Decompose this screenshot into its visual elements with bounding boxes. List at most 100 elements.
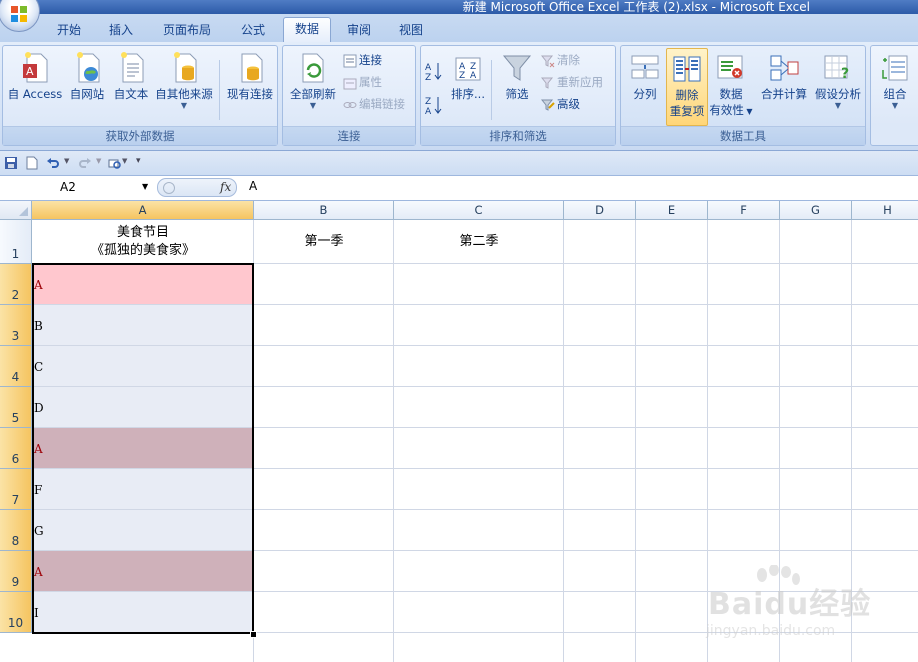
row-number: 9 <box>11 575 20 589</box>
redo-dropdown-icon[interactable]: ▼ <box>96 157 101 165</box>
row-header-8[interactable]: 8 <box>0 510 32 551</box>
customize-toolbar-icon[interactable]: ▾ <box>136 156 141 166</box>
tab-formulas[interactable]: 公式 <box>230 20 276 42</box>
data-validation-button[interactable]: 数据 有效性 ▼ <box>709 48 753 120</box>
column-header-f[interactable]: F <box>708 201 780 220</box>
group-label-connections: 连接 <box>283 126 415 145</box>
group-outline: 组合 ▼ <box>870 45 918 146</box>
undo-dropdown-icon[interactable]: ▼ <box>64 157 69 165</box>
row-header-7[interactable]: 7 <box>0 469 32 510</box>
tab-review[interactable]: 审阅 <box>336 20 382 42</box>
sort-button[interactable]: AZ ZA 排序... <box>449 48 487 102</box>
clear-filter-icon <box>540 55 555 67</box>
sort-ascending-button[interactable]: AZ <box>425 60 445 83</box>
new-document-icon[interactable] <box>25 156 39 170</box>
row-header-5[interactable]: 5 <box>0 387 32 428</box>
row-number: 1 <box>11 247 20 261</box>
cell-c1[interactable]: 第二季 <box>394 233 564 251</box>
column-header-a[interactable]: A <box>32 201 254 220</box>
properties-button[interactable]: 属性 <box>343 72 382 92</box>
sort-a-z-icon: AZ <box>425 62 442 83</box>
existing-connections-button[interactable]: 现有连接 <box>223 48 277 102</box>
connections-button[interactable]: 连接 <box>343 50 382 70</box>
formula-bar: A2 ▼ fx A <box>0 176 918 201</box>
row-header-9[interactable]: 9 <box>0 551 32 592</box>
name-box-dropdown-icon[interactable]: ▼ <box>142 182 148 191</box>
row-number: 6 <box>11 452 20 466</box>
web-globe-icon <box>77 52 100 83</box>
group-label-external: 获取外部数据 <box>3 126 277 145</box>
window-title: 新建 Microsoft Office Excel 工作表 (2).xlsx -… <box>462 0 810 14</box>
tab-home[interactable]: 开始 <box>46 20 92 42</box>
advanced-filter-icon <box>540 99 555 111</box>
select-all-button[interactable] <box>0 201 32 220</box>
tab-page-layout[interactable]: 页面布局 <box>152 20 222 42</box>
save-icon[interactable] <box>4 156 18 170</box>
gridline-vertical <box>393 220 394 662</box>
edit-links-button[interactable]: 编辑链接 <box>343 94 405 114</box>
redo-icon[interactable] <box>78 156 92 170</box>
from-text-button[interactable]: 自文本 <box>109 48 153 102</box>
cell-a1[interactable]: 美食节目《孤独的美食家》 <box>32 224 254 260</box>
insert-function-button[interactable]: fx <box>220 180 231 194</box>
column-header-e[interactable]: E <box>636 201 708 220</box>
refresh-icon <box>302 53 324 83</box>
chevron-down-icon: ▼ <box>309 101 317 110</box>
row-number: 4 <box>11 370 20 384</box>
svg-text:Z: Z <box>425 73 431 81</box>
name-box[interactable]: A2 ▼ <box>0 179 152 196</box>
refresh-all-button[interactable]: 全部刷新 ▼ <box>286 48 340 110</box>
sort-dialog-icon: AZ ZA <box>455 57 481 81</box>
tab-view[interactable]: 视图 <box>388 20 434 42</box>
properties-icon <box>343 78 357 89</box>
row-header-1[interactable]: 1 <box>0 220 32 264</box>
column-header-d[interactable]: D <box>564 201 636 220</box>
column-header-g[interactable]: G <box>780 201 852 220</box>
svg-text:A: A <box>425 63 432 73</box>
formula-input[interactable]: A <box>249 179 257 193</box>
cell-a1-line2: 《孤独的美食家》 <box>90 243 195 258</box>
print-preview-icon[interactable] <box>108 156 122 170</box>
cell-b1[interactable]: 第一季 <box>254 233 394 251</box>
column-header-b[interactable]: B <box>254 201 394 220</box>
selection-outline <box>32 263 254 634</box>
chevron-down-icon: ▼ <box>180 101 188 110</box>
cell-a1-line1: 美食节目 <box>116 225 169 240</box>
from-other-sources-button[interactable]: 自其他来源 ▼ <box>153 48 215 110</box>
advanced-filter-button[interactable]: 高级 <box>540 94 580 114</box>
row-header-2[interactable]: 2 <box>0 264 32 305</box>
tab-insert[interactable]: 插入 <box>98 20 144 42</box>
group-connections: 全部刷新 ▼ 连接 属性 编辑链接 连接 <box>282 45 416 146</box>
column-header-h[interactable]: H <box>852 201 918 220</box>
undo-icon[interactable] <box>46 156 60 170</box>
office-logo-icon <box>11 6 27 22</box>
from-access-button[interactable]: A 自 Access <box>5 48 65 102</box>
sort-descending-button[interactable]: ZA <box>425 94 445 117</box>
row-header-4[interactable]: 4 <box>0 346 32 387</box>
chevron-down-icon: ▼ <box>743 107 753 116</box>
consolidate-button[interactable]: 合并计算 <box>757 48 811 102</box>
text-to-columns-button[interactable]: 分列 <box>625 48 665 102</box>
group-button[interactable]: 组合 ▼ <box>875 48 915 110</box>
svg-text:A: A <box>26 65 34 78</box>
tab-data[interactable]: 数据 <box>283 17 331 42</box>
column-header-c[interactable]: C <box>394 201 564 220</box>
remove-duplicates-button[interactable]: 删除 重复项 <box>666 48 708 126</box>
reapply-icon <box>540 77 554 89</box>
what-if-analysis-button[interactable]: ? 假设分析 ▼ <box>811 48 865 110</box>
cancel-icon[interactable] <box>163 182 175 194</box>
chevron-down-icon: ▼ <box>891 101 899 110</box>
separator <box>491 60 492 120</box>
remove-duplicates-icon <box>673 56 701 82</box>
print-dropdown-icon[interactable]: ▼ <box>122 157 127 165</box>
svg-text:Z: Z <box>459 71 465 81</box>
clear-filter-button[interactable]: 清除 <box>540 50 580 70</box>
filter-button[interactable]: 筛选 <box>497 48 537 102</box>
row-header-3[interactable]: 3 <box>0 305 32 346</box>
fill-handle[interactable] <box>250 631 257 638</box>
reapply-button[interactable]: 重新应用 <box>540 72 603 92</box>
row-header-10[interactable]: 10 <box>0 592 32 633</box>
row-header-6[interactable]: 6 <box>0 428 32 469</box>
svg-text:A: A <box>470 71 477 81</box>
from-web-button[interactable]: 自网站 <box>65 48 109 102</box>
